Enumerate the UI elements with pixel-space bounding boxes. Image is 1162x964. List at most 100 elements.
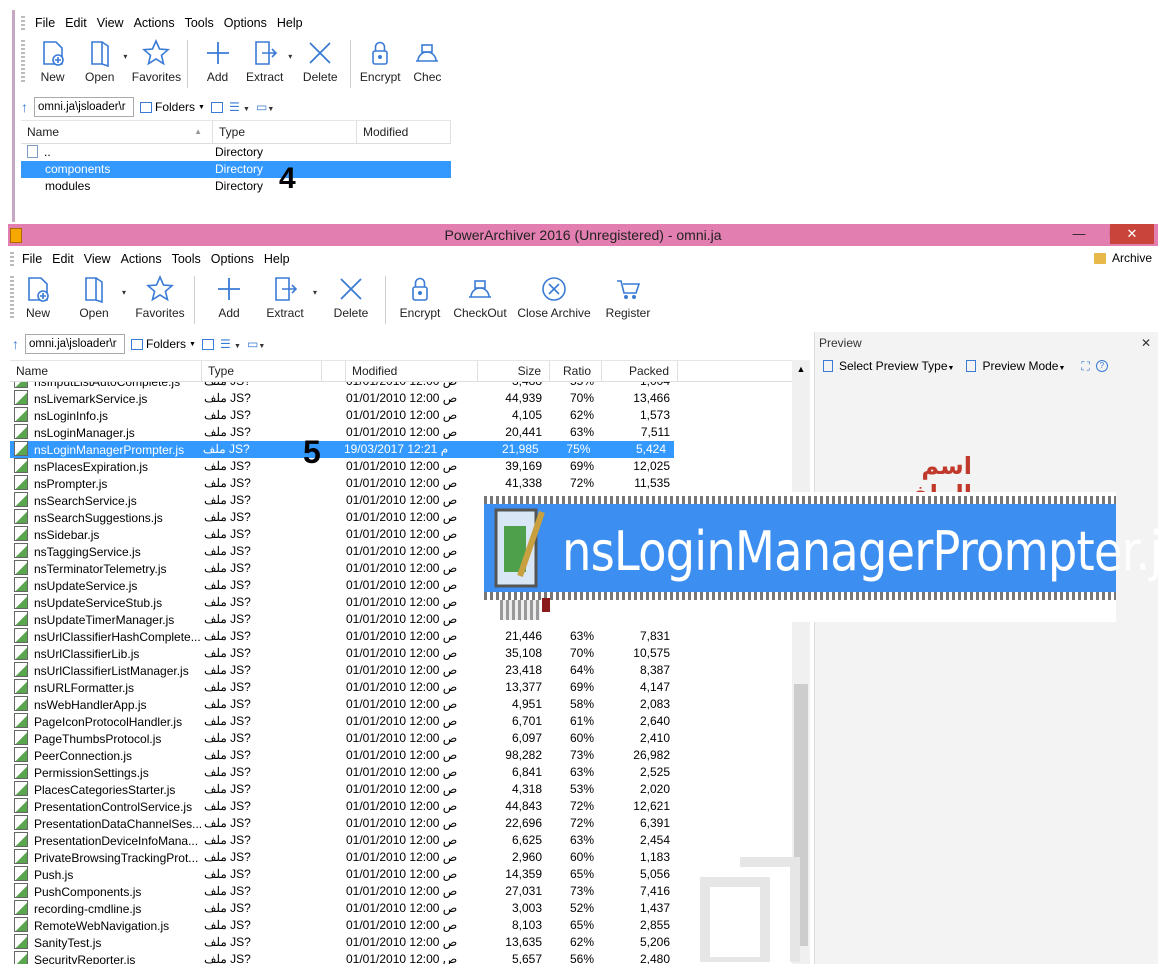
table-row[interactable]: RemoteWebNavigation.js ملف JS? 01/01/2010 … [10, 917, 792, 934]
table-row[interactable]: PushComponents.js ملف JS? 01/01/2010 12:00… [10, 883, 792, 900]
row-packed: 26,982 [633, 748, 670, 762]
dropdown-arrow-icon[interactable]: ▾ [123, 52, 131, 61]
table-row[interactable]: PrivateBrowsingTrackingProt... ملف JS? 01/… [10, 849, 792, 866]
menu-file[interactable]: File [22, 252, 42, 266]
encrypt-button[interactable]: Encrypt [392, 272, 448, 320]
table-row[interactable]: components Directory [21, 161, 451, 178]
layout-icon[interactable] [201, 338, 214, 350]
column-size[interactable]: Size [478, 361, 550, 381]
path-field[interactable]: omni.ja\jsloader\r [25, 334, 125, 354]
help-icon[interactable]: ? [1095, 360, 1108, 372]
view-list-icon[interactable]: ☰ ▼ [220, 337, 241, 351]
checkout-button[interactable]: CheckOut [448, 272, 512, 320]
delete-button[interactable]: Delete [297, 36, 344, 84]
column-modified[interactable]: Modified [346, 361, 478, 381]
expand-icon[interactable]: ⛶ [1081, 359, 1089, 374]
favorites-button[interactable]: Favorites [132, 272, 188, 320]
menu-help[interactable]: Help [277, 16, 303, 30]
table-row[interactable]: nsUrlClassifierLib.js ملف JS? 01/01/2010 1… [10, 645, 792, 662]
chec-button[interactable]: Chec [404, 36, 451, 84]
table-row[interactable]: nsLoginInfo.js ملف JS? 01/01/2010 12:00 ص 4… [10, 407, 792, 424]
column-type[interactable]: Type [213, 121, 357, 143]
menu-tools[interactable]: Tools [185, 16, 214, 30]
up-arrow-icon[interactable]: ↑ [12, 336, 19, 352]
menu-view[interactable]: View [97, 16, 124, 30]
register-button[interactable]: Register [596, 272, 660, 320]
open-button[interactable]: Open [76, 36, 123, 84]
table-row[interactable]: nsLivemarkService.js ملف JS? 01/01/2010 12… [10, 390, 792, 407]
title-bar[interactable]: PowerArchiver 2016 (Unregistered) - omni… [8, 224, 1158, 246]
add-button[interactable]: Add [201, 272, 257, 320]
table-row[interactable]: PlacesCategoriesStarter.js ملف JS? 01/01/2… [10, 781, 792, 798]
table-row[interactable]: PresentationControlService.js ملف JS? 01/0… [10, 798, 792, 815]
encrypt-button[interactable]: Encrypt [357, 36, 404, 84]
table-row[interactable]: nsPrompter.js ملف JS? 01/01/2010 12:00 ص 41… [10, 475, 792, 492]
close-archive-button[interactable]: Close Archive [512, 272, 596, 320]
view-list-icon[interactable]: ☰ ▼ [229, 100, 250, 114]
close-preview-icon[interactable]: ✕ [1141, 332, 1151, 354]
menu-options[interactable]: Options [224, 16, 267, 30]
column-ratio[interactable]: Ratio [550, 361, 602, 381]
table-row[interactable]: nsURLFormatter.js ملف JS? 01/01/2010 12:00… [10, 679, 792, 696]
table-row[interactable]: Push.js ملف JS? 01/01/2010 12:00 ص 14,359 65… [10, 866, 792, 883]
table-row[interactable]: recording-cmdline.js ملف JS? 01/01/2010 12… [10, 900, 792, 917]
select-preview-type-button[interactable]: Select Preview Type▼ [839, 359, 954, 373]
table-row[interactable]: nsLoginManager.js ملف JS? 01/01/2010 12:00… [10, 424, 792, 441]
table-row[interactable]: SecurityReporter.js ملف JS? 01/01/2010 12:… [10, 951, 792, 964]
toolbar-grip[interactable] [21, 40, 25, 84]
new-button[interactable]: New [10, 272, 66, 320]
table-row[interactable]: nsPlacesExpiration.js ملف JS? 01/01/2010 1… [10, 458, 792, 475]
column-name[interactable]: Name [10, 361, 202, 381]
menu-actions[interactable]: Actions [121, 252, 162, 266]
up-arrow-icon[interactable]: ↑ [21, 99, 28, 115]
menubar-grip[interactable] [21, 16, 25, 30]
table-row[interactable]: .. Directory [21, 144, 451, 161]
table-row[interactable]: nsUrlClassifierListManager.js ملف JS? 01/0… [10, 662, 792, 679]
menu-options[interactable]: Options [211, 252, 254, 266]
menu-view[interactable]: View [84, 252, 111, 266]
menu-file[interactable]: File [35, 16, 55, 30]
table-row[interactable]: modules Directory [21, 178, 451, 195]
dropdown-arrow-icon[interactable]: ▾ [122, 288, 132, 297]
menu-edit[interactable]: Edit [52, 252, 74, 266]
column-type[interactable]: Type [202, 361, 322, 381]
folders-button[interactable]: Folders ▼ [131, 337, 196, 351]
close-window-icon[interactable]: ✕ [1110, 224, 1154, 244]
layout-icon[interactable] [210, 101, 223, 113]
minimize-icon[interactable]: — [1062, 224, 1096, 244]
column-modified[interactable]: Modified [357, 121, 451, 143]
dropdown-arrow-icon[interactable]: ▾ [288, 52, 296, 61]
toolbar-grip[interactable] [10, 276, 14, 320]
menu-actions[interactable]: Actions [134, 16, 175, 30]
menu-tools[interactable]: Tools [172, 252, 201, 266]
folders-button[interactable]: Folders ▼ [140, 100, 205, 114]
preview-mode-button[interactable]: Preview Mode▼ [982, 359, 1065, 373]
column-name[interactable]: Name ▲ [21, 121, 213, 143]
table-row-selected[interactable]: nsLoginManagerPrompter.js ملف JS? 19/03/20… [10, 441, 674, 458]
panel-icon[interactable]: ▭▼ [256, 100, 274, 114]
extract-button[interactable]: Extract [257, 272, 313, 320]
menu-help[interactable]: Help [264, 252, 290, 266]
table-row[interactable]: PresentationDataChannelSes... ملف JS? 01/0… [10, 815, 792, 832]
new-button[interactable]: New [29, 36, 76, 84]
table-row[interactable]: PageIconProtocolHandler.js ملف JS? 01/01/2… [10, 713, 792, 730]
table-row[interactable]: nsUrlClassifierHashComplete... ملف JS? 01/… [10, 628, 792, 645]
add-button[interactable]: Add [194, 36, 241, 84]
favorites-button[interactable]: Favorites [132, 36, 181, 84]
table-row[interactable]: SanityTest.js ملف JS? 01/01/2010 12:00 ص 13… [10, 934, 792, 951]
table-row[interactable]: PermissionSettings.js ملف JS? 01/01/2010 1… [10, 764, 792, 781]
delete-button[interactable]: Delete [323, 272, 379, 320]
scroll-up-arrow-icon[interactable]: ▲ [792, 360, 810, 378]
table-row[interactable]: PeerConnection.js ملف JS? 01/01/2010 12:00… [10, 747, 792, 764]
table-row[interactable]: PageThumbsProtocol.js ملف JS? 01/01/2010 1… [10, 730, 792, 747]
menu-edit[interactable]: Edit [65, 16, 87, 30]
extract-button[interactable]: Extract [241, 36, 288, 84]
path-field[interactable]: omni.ja\jsloader\r [34, 97, 134, 117]
dropdown-arrow-icon[interactable]: ▾ [313, 288, 323, 297]
table-row[interactable]: nsWebHandlerApp.js ملف JS? 01/01/2010 12:0… [10, 696, 792, 713]
menubar-grip[interactable] [10, 252, 14, 266]
open-button[interactable]: Open [66, 272, 122, 320]
column-packed[interactable]: Packed [602, 361, 678, 381]
table-row[interactable]: PresentationDeviceInfoMana... ملف JS? 01/0… [10, 832, 792, 849]
panel-icon[interactable]: ▭▼ [247, 337, 265, 351]
